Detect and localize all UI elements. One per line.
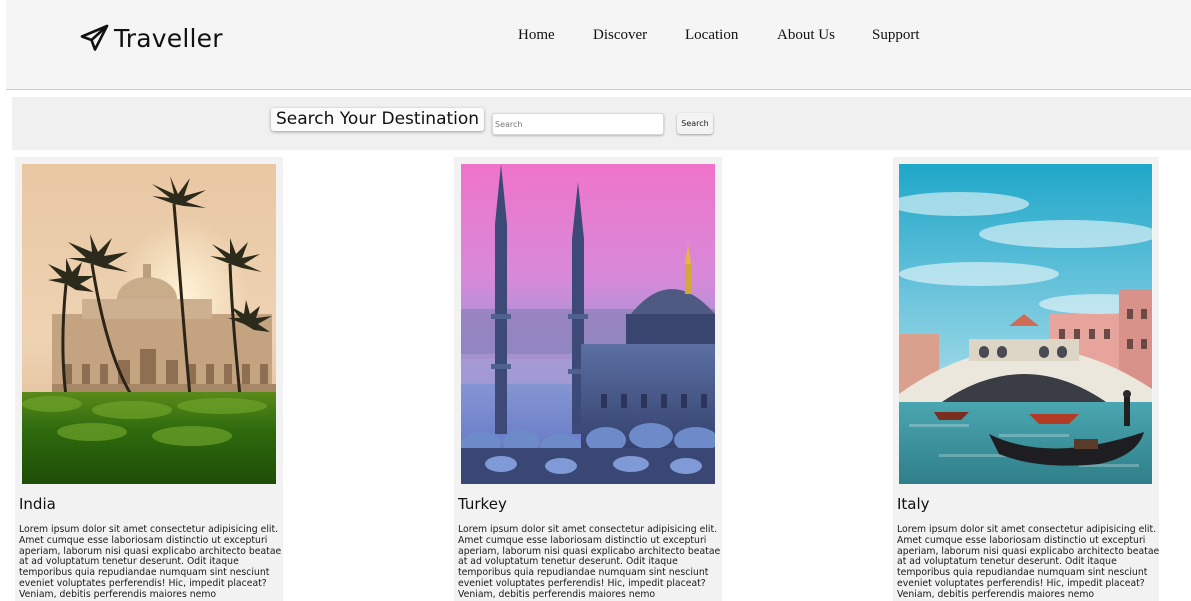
india-image (22, 164, 276, 484)
turkey-image (461, 164, 715, 484)
site-header: Traveller Home Discover Location About U… (6, 0, 1191, 90)
card-title: India (19, 495, 56, 513)
card-title: Italy (897, 495, 930, 513)
card-description: Lorem ipsum dolor sit amet consectetur a… (458, 524, 721, 600)
nav-support[interactable]: Support (872, 27, 932, 44)
main-nav: Home Discover Location About Us Support (518, 27, 932, 44)
nav-location[interactable]: Location (685, 27, 777, 44)
italy-image (899, 164, 1152, 484)
card-description: Lorem ipsum dolor sit amet consectetur a… (19, 524, 282, 600)
destination-card-italy[interactable]: Italy Lorem ipsum dolor sit amet consect… (893, 157, 1159, 601)
destination-card-turkey[interactable]: Turkey Lorem ipsum dolor sit amet consec… (454, 157, 722, 601)
card-title: Turkey (458, 495, 507, 513)
nav-about-us[interactable]: About Us (777, 27, 872, 44)
nav-discover[interactable]: Discover (593, 27, 685, 44)
search-bar: Search Your Destination Search (12, 97, 1191, 150)
card-description: Lorem ipsum dolor sit amet consectetur a… (897, 524, 1159, 600)
destination-card-india[interactable]: India Lorem ipsum dolor sit amet consect… (15, 157, 283, 601)
search-input[interactable] (492, 113, 664, 135)
logo-link[interactable]: Traveller (80, 22, 223, 54)
logo-text: Traveller (114, 23, 223, 53)
search-button[interactable]: Search (677, 113, 713, 134)
paper-plane-icon (80, 24, 109, 51)
search-heading: Search Your Destination (271, 108, 485, 131)
nav-home[interactable]: Home (518, 27, 593, 44)
